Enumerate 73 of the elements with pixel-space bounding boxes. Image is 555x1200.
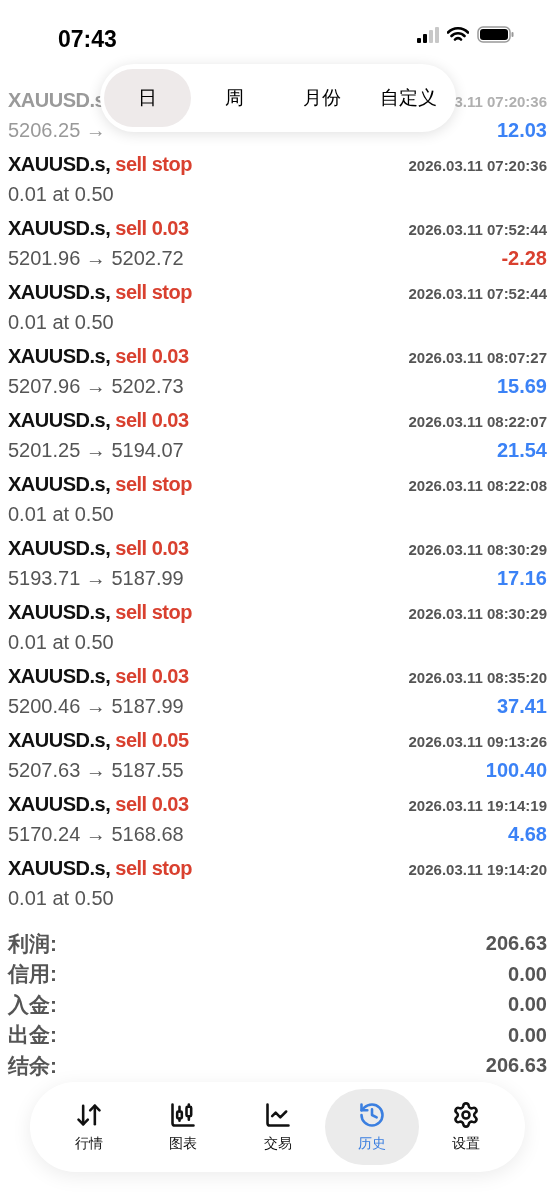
trade-symbol: XAUUSD.s, sell 0.03: [8, 408, 189, 433]
trade-profit: 17.16: [496, 566, 547, 591]
trade-detail: 5201.25 → 5194.07: [8, 438, 184, 463]
trade-profit: -2.28: [501, 246, 547, 271]
period-tab[interactable]: 月份: [278, 69, 365, 127]
trade-profit: 12.03: [496, 118, 547, 143]
trade-time: 2026.03.11 08:22:07: [408, 412, 547, 432]
line-chart-icon: [263, 1100, 292, 1129]
trade-symbol: XAUUSD.s, sell 0.03: [8, 344, 189, 369]
trade-symbol: XAUUSD.s, sell 0.05: [8, 728, 189, 753]
trade-time: 2026.03.11 08:30:29: [408, 604, 547, 624]
trade-time: 2026.03.11 08:07:27: [408, 348, 547, 368]
period-tab[interactable]: 日: [104, 69, 191, 127]
trade-detail: 0.01 at 0.50: [8, 502, 114, 527]
trade-detail: 5207.96 → 5202.73: [8, 374, 184, 399]
tab-bar-item[interactable]: 行情: [42, 1089, 137, 1165]
trade-detail: 5193.71 → 5187.99: [8, 566, 184, 591]
trade-symbol: XAUUSD.s, sell stop: [8, 152, 192, 177]
signal-icon: [417, 26, 439, 43]
battery-icon: [477, 26, 515, 43]
summary-value: 0.00: [508, 992, 547, 1018]
trade-symbol: XAUUSD.s, sell 0.03: [8, 664, 189, 689]
trade-profit: 4.68: [508, 822, 547, 847]
trade-profit: 15.69: [496, 374, 547, 399]
wifi-icon: [447, 26, 469, 43]
trade-profit: 21.54: [496, 438, 547, 463]
trade-detail: 5201.96 → 5202.72: [8, 246, 184, 271]
summary-value: 206.63: [485, 1053, 547, 1079]
trade-time: 2026.03.11 07:52:44: [408, 220, 547, 240]
trade-profit: 100.40: [485, 758, 547, 783]
summary-label: 利润:: [8, 930, 57, 957]
tab-bar-item[interactable]: 设置: [418, 1089, 513, 1165]
summary-value: 206.63: [485, 931, 547, 957]
trade-time: 2026.03.11 19:14:20: [408, 860, 547, 880]
trade-symbol: XAUUSD.s: [8, 88, 106, 113]
trade-detail: 5206.25 →: [8, 118, 106, 143]
trade-time: 2026.03.11 08:30:29: [408, 540, 547, 560]
history-icon: [357, 1100, 386, 1129]
trade-symbol: XAUUSD.s, sell 0.03: [8, 536, 189, 561]
settings-icon: [451, 1100, 480, 1129]
summary-label: 结余:: [8, 1052, 57, 1079]
tab-bar-item[interactable]: 交易: [230, 1089, 325, 1165]
trade-symbol: XAUUSD.s, sell stop: [8, 856, 192, 881]
trade-time: 2026.03.11 07:20:36: [408, 156, 547, 176]
trade-time: 2026.03.11 08:22:08: [408, 476, 547, 496]
tab-bar-item[interactable]: 图表: [136, 1089, 231, 1165]
status-time: 07:43: [58, 25, 117, 54]
trade-detail: 0.01 at 0.50: [8, 886, 114, 911]
trade-detail: 0.01 at 0.50: [8, 310, 114, 335]
trade-symbol: XAUUSD.s, sell stop: [8, 280, 192, 305]
trade-detail: 5200.46 → 5187.99: [8, 694, 184, 719]
trade-time: 2026.03.11 09:13:26: [408, 732, 547, 752]
summary-label: 入金:: [8, 991, 57, 1018]
summary-label: 信用:: [8, 961, 57, 987]
trade-time: 2026.03.11 08:35:20: [408, 668, 547, 688]
trade-detail: 0.01 at 0.50: [8, 182, 114, 207]
trade-detail: 0.01 at 0.50: [8, 630, 114, 655]
period-tab[interactable]: 自定义: [365, 69, 452, 127]
trade-symbol: XAUUSD.s, sell stop: [8, 472, 192, 497]
trade-time: 3.11 07:20:36: [454, 92, 547, 112]
trade-profit: 37.41: [496, 694, 547, 719]
summary-label: 出金:: [8, 1022, 57, 1048]
summary-value: 0.00: [508, 961, 547, 987]
trade-symbol: XAUUSD.s, sell 0.03: [8, 792, 189, 817]
trade-time: 2026.03.11 19:14:19: [408, 796, 547, 816]
candlestick-icon: [169, 1100, 198, 1129]
trade-time: 2026.03.11 07:52:44: [408, 284, 547, 304]
summary-value: 0.00: [508, 1022, 547, 1048]
trade-detail: 5170.24 → 5168.68: [8, 822, 184, 847]
trade-detail: 5207.63 → 5187.55: [8, 758, 184, 783]
trade-symbol: XAUUSD.s, sell 0.03: [8, 216, 189, 241]
period-tab[interactable]: 周: [191, 69, 278, 127]
trade-symbol: XAUUSD.s, sell stop: [8, 600, 192, 625]
